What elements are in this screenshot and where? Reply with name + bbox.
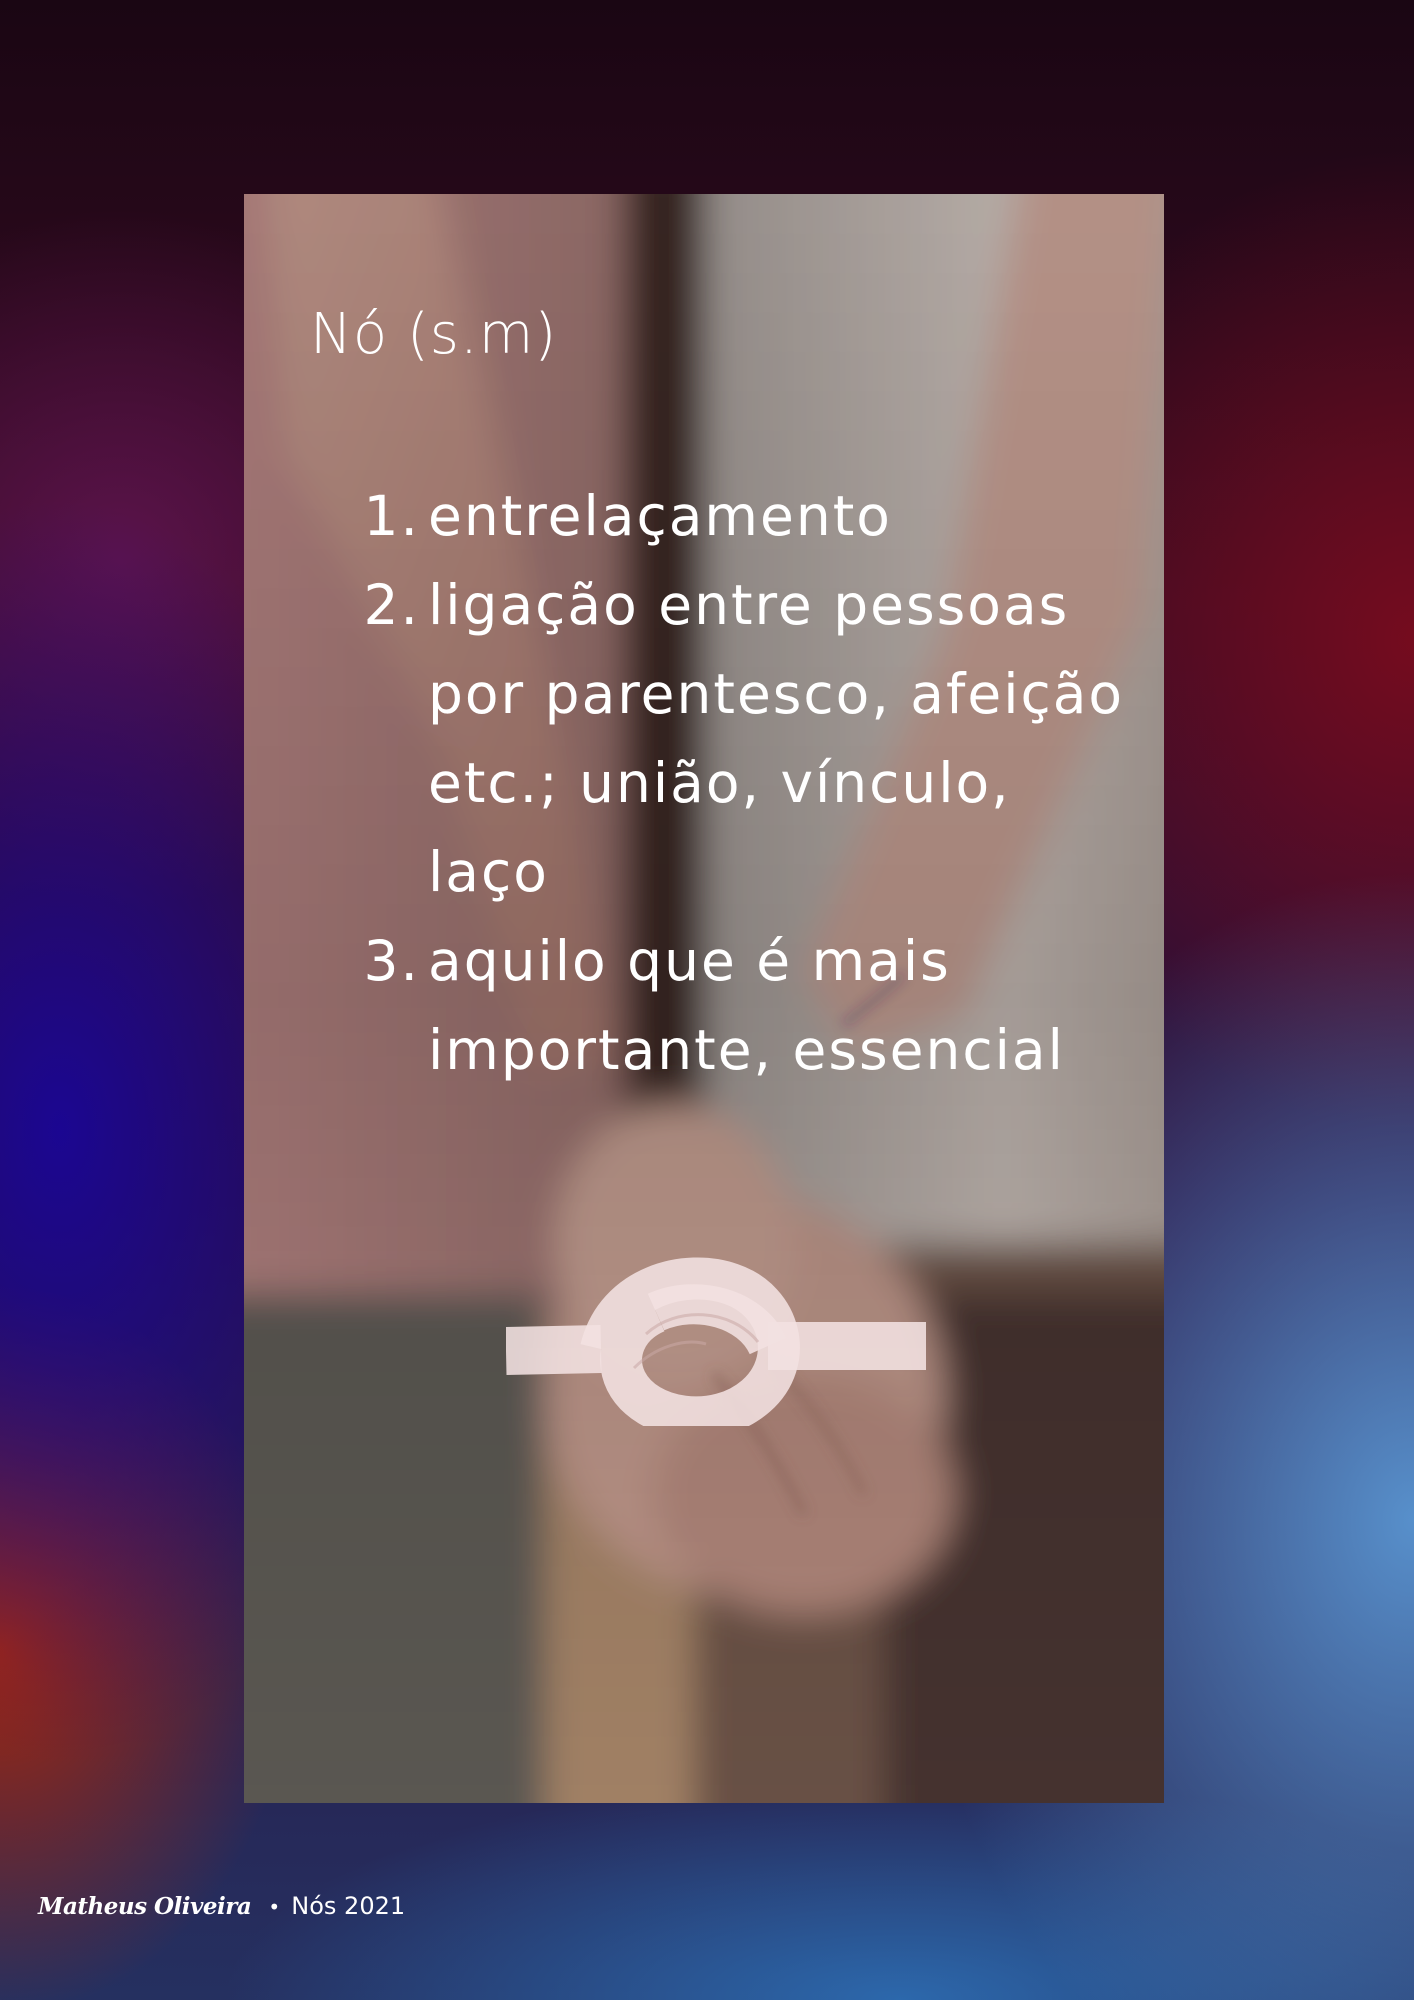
photo-card: Nó (s.m) 1. entrelaçamento 2. ligação en… [244, 194, 1164, 1803]
definition-list: 1. entrelaçamento 2. ligação entre pesso… [354, 472, 1134, 1095]
definition-title: Nó (s.m) [310, 302, 558, 367]
definition-item-text: ligação entre pessoas por parentesco, af… [428, 573, 1125, 904]
definition-item: 1. entrelaçamento [354, 472, 1134, 561]
definition-item: 2. ligação entre pessoas por parentesco,… [354, 561, 1134, 917]
definition-item-text: aquilo que é mais importante, essencial [428, 929, 1065, 1082]
footer: Matheus Oliveira • Nós 2021 [38, 1892, 405, 1920]
definition-item-number: 2. [363, 573, 420, 637]
footer-separator: • [268, 1895, 281, 1919]
definition-item-text: entrelaçamento [428, 484, 892, 548]
definition-item-number: 3. [363, 929, 420, 993]
knot-icon [506, 1257, 926, 1426]
definition-item-number: 1. [363, 484, 420, 548]
work-title: Nós 2021 [291, 1892, 406, 1920]
author-name: Matheus Oliveira [38, 1893, 252, 1920]
definition-item: 3. aquilo que é mais importante, essenci… [354, 917, 1134, 1095]
